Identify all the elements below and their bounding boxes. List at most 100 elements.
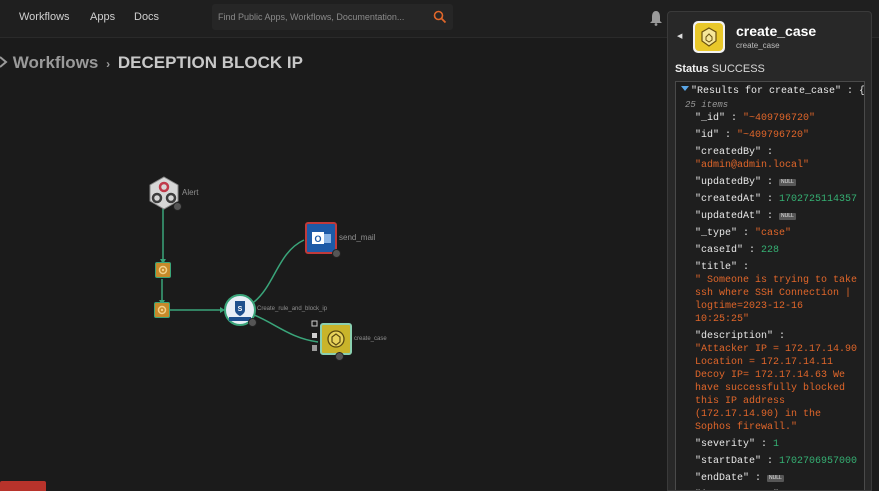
- outlook-icon: O: [312, 232, 331, 244]
- result-field-key: "_id": [695, 113, 726, 124]
- search-icon[interactable]: [433, 10, 447, 24]
- status-line: Status SUCCESS: [675, 63, 765, 75]
- result-field-row: "createdBy" : "admin@admin.local": [695, 146, 861, 172]
- node-action-duplicate-icon: [312, 333, 317, 338]
- result-field-colon: :: [725, 113, 744, 124]
- node-create-case-label: create_case: [354, 336, 387, 342]
- result-field-row: "title" : " Someone is trying to take ss…: [695, 261, 861, 326]
- result-field-row: "severity" : 1: [695, 438, 861, 451]
- result-field-row: "caseId" : 228: [695, 244, 861, 257]
- result-field-key: "createdAt": [695, 194, 762, 205]
- result-field-row: "id" : "~409796720": [695, 129, 861, 142]
- result-field-value: 1702725114357: [779, 194, 858, 205]
- expand-triangle-icon[interactable]: [681, 86, 689, 91]
- edge-sophos-to-createcase: [253, 314, 319, 343]
- result-field-key: "_type": [695, 228, 738, 239]
- result-field-key: "severity": [695, 439, 756, 450]
- results-viewer[interactable]: "Results for create_case" : { 25 items "…: [675, 81, 865, 490]
- search-input[interactable]: [218, 8, 423, 26]
- search-box: [212, 4, 453, 30]
- status-value: SUCCESS: [711, 63, 765, 75]
- breadcrumb: Workflows › DECEPTION BLOCK IP: [0, 53, 303, 73]
- results-fields: "_id" : "~409796720" "id" : "~409796720" "…: [695, 112, 861, 490]
- result-field-colon: :: [737, 228, 756, 239]
- panel-title: create_case: [736, 23, 817, 39]
- svg-text:O: O: [314, 234, 321, 244]
- result-field-colon: :: [761, 147, 774, 158]
- result-field-colon: :: [761, 211, 780, 222]
- result-field-key: "updatedAt": [695, 211, 762, 222]
- node-step-1[interactable]: [155, 262, 171, 278]
- result-field-value: "case": [755, 228, 792, 239]
- thehive-logo-icon: [695, 23, 723, 51]
- open-brace: {: [859, 86, 865, 97]
- node-status-badge: [248, 318, 257, 327]
- items-count: 25 items: [685, 100, 729, 110]
- result-field-colon: :: [761, 456, 780, 467]
- node-action-copy-icon: [311, 320, 318, 327]
- nav-docs[interactable]: Docs: [134, 11, 159, 23]
- result-field-colon: :: [737, 262, 750, 273]
- results-header[interactable]: "Results for create_case" : {: [681, 85, 865, 98]
- result-field-value: 228: [761, 245, 780, 256]
- breadcrumb-separator: ›: [106, 57, 111, 71]
- result-field-colon: :: [755, 439, 774, 450]
- result-field-key: "endDate": [695, 473, 750, 484]
- result-field-colon: :: [761, 177, 780, 188]
- result-field-row: "_id" : "~409796720": [695, 112, 861, 125]
- node-alert[interactable]: [147, 176, 182, 211]
- node-send-mail-label: send_mail: [339, 233, 376, 242]
- node-actions-toolbar: [311, 320, 318, 351]
- breadcrumb-workflows-link[interactable]: Workflows: [13, 53, 99, 72]
- result-field-value: "~409796720": [743, 113, 816, 124]
- node-alert-label: Alert: [182, 188, 199, 197]
- null-badge: NULL: [779, 213, 796, 220]
- page-title: DECEPTION BLOCK IP: [117, 53, 303, 72]
- node-sophos[interactable]: S: [224, 294, 257, 327]
- result-field-colon: :: [761, 194, 780, 205]
- null-badge: NULL: [767, 475, 784, 482]
- result-field-row: "description" : "Attacker IP = 172.17.14…: [695, 330, 861, 434]
- node-status-badge: [332, 249, 341, 258]
- result-field-key: "createdBy": [695, 147, 762, 158]
- result-field-row: "_type" : "case": [695, 227, 861, 240]
- notification-bell-icon[interactable]: [649, 10, 663, 26]
- svg-text:S: S: [238, 306, 243, 313]
- bottom-left-button[interactable]: [0, 481, 46, 491]
- result-field-colon: :: [749, 473, 768, 484]
- collapse-panel-icon[interactable]: ◀: [677, 32, 685, 42]
- result-field-colon: :: [743, 245, 762, 256]
- thehive-icon: [327, 330, 345, 348]
- node-details-panel: ◀ create_case create_case Status SUCCESS…: [667, 11, 872, 491]
- workflow-icon: [0, 56, 8, 68]
- result-field-key: "startDate": [695, 456, 762, 467]
- result-field-value: " Someone is trying to take ssh where SS…: [695, 275, 858, 325]
- result-field-row: "createdAt" : 1702725114357: [695, 193, 861, 206]
- result-field-value: "Attacker IP = 172.17.14.90 Location = 1…: [695, 344, 858, 433]
- result-field-colon: :: [773, 331, 786, 342]
- result-field-row: "updatedAt" : NULL: [695, 210, 861, 223]
- result-field-row: "endDate" : NULL: [695, 472, 861, 485]
- node-step-2[interactable]: [154, 302, 170, 318]
- node-status-badge: [173, 202, 182, 211]
- result-field-key: "id": [695, 130, 720, 141]
- shuffle-tools-icon: [158, 265, 168, 275]
- result-field-key: "description": [695, 331, 774, 342]
- results-header-label: "Results for create_case": [691, 86, 842, 97]
- status-label: Status: [675, 63, 709, 75]
- result-field-colon: :: [719, 130, 738, 141]
- result-field-value: 1702706957000: [779, 456, 858, 467]
- workflow-canvas[interactable]: Alert S Create_rule_and_block_ip O send_…: [0, 80, 660, 491]
- node-send-mail[interactable]: O: [305, 222, 341, 258]
- result-field-key: "title": [695, 262, 738, 273]
- result-field-key: "updatedBy": [695, 177, 762, 188]
- nav-workflows[interactable]: Workflows: [19, 11, 70, 23]
- result-field-value: "~409796720": [737, 130, 810, 141]
- app-root: Workflows Apps Docs Workflows › DECEPTIO…: [0, 0, 879, 491]
- nav-apps[interactable]: Apps: [90, 11, 115, 23]
- app-icon: [693, 21, 725, 53]
- workflow-edges: [159, 208, 319, 343]
- result-field-value: 1: [773, 439, 780, 450]
- node-create-case[interactable]: [320, 323, 352, 361]
- edge-sophos-to-sendmail: [253, 239, 305, 303]
